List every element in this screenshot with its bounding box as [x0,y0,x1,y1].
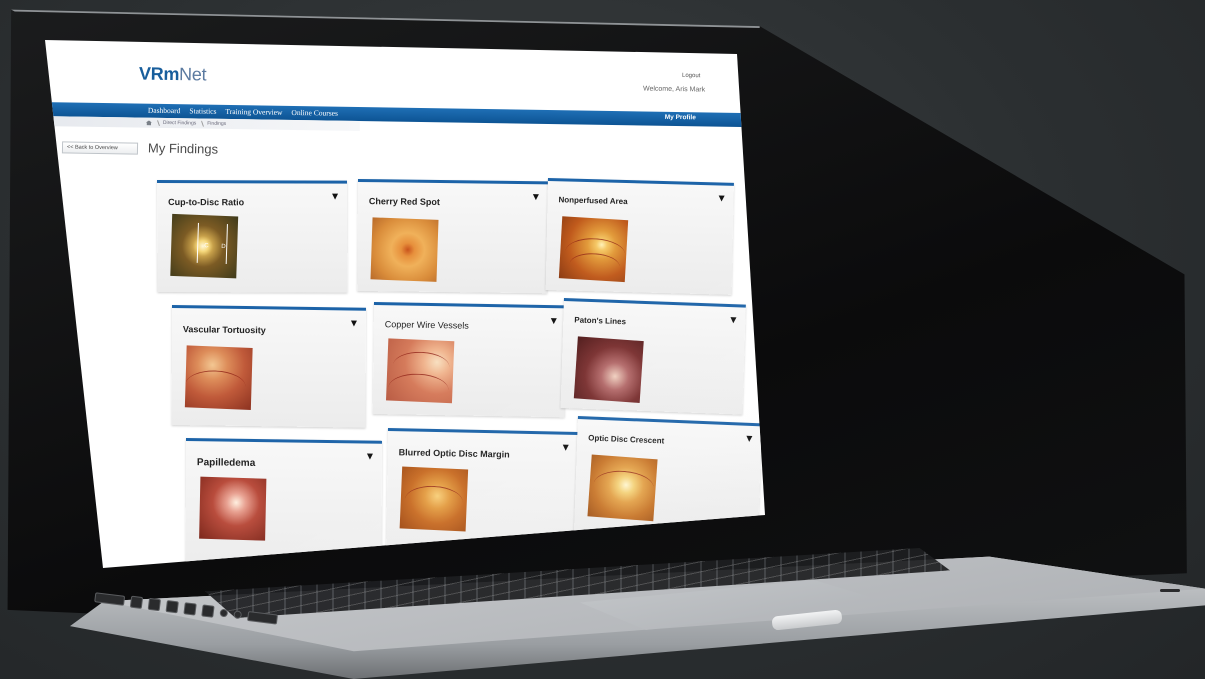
logo-brand: VRm [138,63,180,85]
logo-suffix: Net [178,64,207,85]
finding-card[interactable]: Copper Wire Vessels [372,302,566,418]
usb-port-icon [201,604,215,618]
finding-title: Vascular Tortuosity [182,324,266,336]
dropdown-arrow-icon[interactable] [730,317,737,324]
fundus-thumbnail[interactable] [199,476,267,541]
page-title: My Findings [147,140,219,157]
finding-card[interactable]: Vascular Tortuosity [171,305,366,428]
nav-item-training-overview[interactable]: Training Overview [225,107,282,117]
finding-card[interactable]: Cup-to-Disc Ratio C D [157,180,348,293]
breadcrumb-item-current: Findings [207,120,227,127]
ethernet-port-icon [129,595,144,610]
nav-item-online-courses[interactable]: Online Courses [291,108,338,118]
optical-drive-slot [1160,589,1180,592]
finding-title: Nonperfused Area [558,195,628,207]
dropdown-arrow-icon[interactable] [550,318,557,325]
disc-label: D [221,243,226,250]
finding-title: Cup-to-Disc Ratio [168,197,245,208]
dropdown-arrow-icon[interactable] [746,435,753,443]
nav-item-statistics[interactable]: Statistics [189,106,216,115]
dropdown-arrow-icon[interactable] [350,320,357,327]
fundus-thumbnail[interactable] [385,338,455,404]
vrmnet-logo[interactable]: VRmNet [139,64,207,86]
dropdown-arrow-icon[interactable] [562,444,569,451]
breadcrumb-item[interactable]: Direct Findings [163,120,196,127]
fundus-thumbnail[interactable] [184,345,253,410]
finding-title: Cherry Red Spot [368,196,440,208]
breadcrumb: Direct Findings Findings [146,119,227,127]
fundus-thumbnail[interactable] [399,466,469,532]
cup-label: C [204,243,209,250]
my-profile-link[interactable]: My Profile [665,114,696,121]
fundus-thumbnail[interactable] [558,216,629,283]
finding-card[interactable]: Cherry Red Spot [357,179,548,294]
dropdown-arrow-icon[interactable] [366,453,373,460]
dropdown-arrow-icon[interactable] [718,195,725,202]
chevron-right-icon [154,119,160,126]
usb-port-icon [183,602,197,616]
dropdown-arrow-icon[interactable] [332,193,339,200]
finding-title: Papilledema [196,457,256,469]
fundus-thumbnail[interactable] [587,454,658,522]
nav-menu: Dashboard Statistics Training Overview O… [148,106,338,118]
home-icon[interactable] [146,120,152,125]
audio-out-port-icon [233,610,243,620]
audio-in-port-icon [219,608,229,618]
dropdown-arrow-icon[interactable] [532,194,539,201]
firewire-port-icon [147,597,162,612]
finding-title: Optic Disc Crescent [588,433,665,446]
welcome-text: Welcome, Aris Mark [642,85,706,94]
logout-link[interactable]: Logout [682,73,700,79]
back-to-overview-button[interactable]: << Back to Overview [61,141,139,155]
sd-card-slot-icon [247,611,279,625]
fundus-thumbnail[interactable] [370,217,439,282]
fundus-thumbnail[interactable]: C D [170,213,239,279]
finding-card[interactable]: Paton's Lines [560,298,746,415]
finding-title: Copper Wire Vessels [384,319,469,331]
nav-item-dashboard[interactable]: Dashboard [148,106,181,116]
finding-title: Blurred Optic Disc Margin [398,447,510,460]
finding-card[interactable]: Nonperfused Area [545,178,734,295]
magsafe-port-icon [94,592,126,606]
fundus-thumbnail[interactable] [573,336,644,403]
finding-title: Paton's Lines [574,315,627,327]
chevron-right-icon [199,120,205,127]
displayport-icon [165,600,179,614]
